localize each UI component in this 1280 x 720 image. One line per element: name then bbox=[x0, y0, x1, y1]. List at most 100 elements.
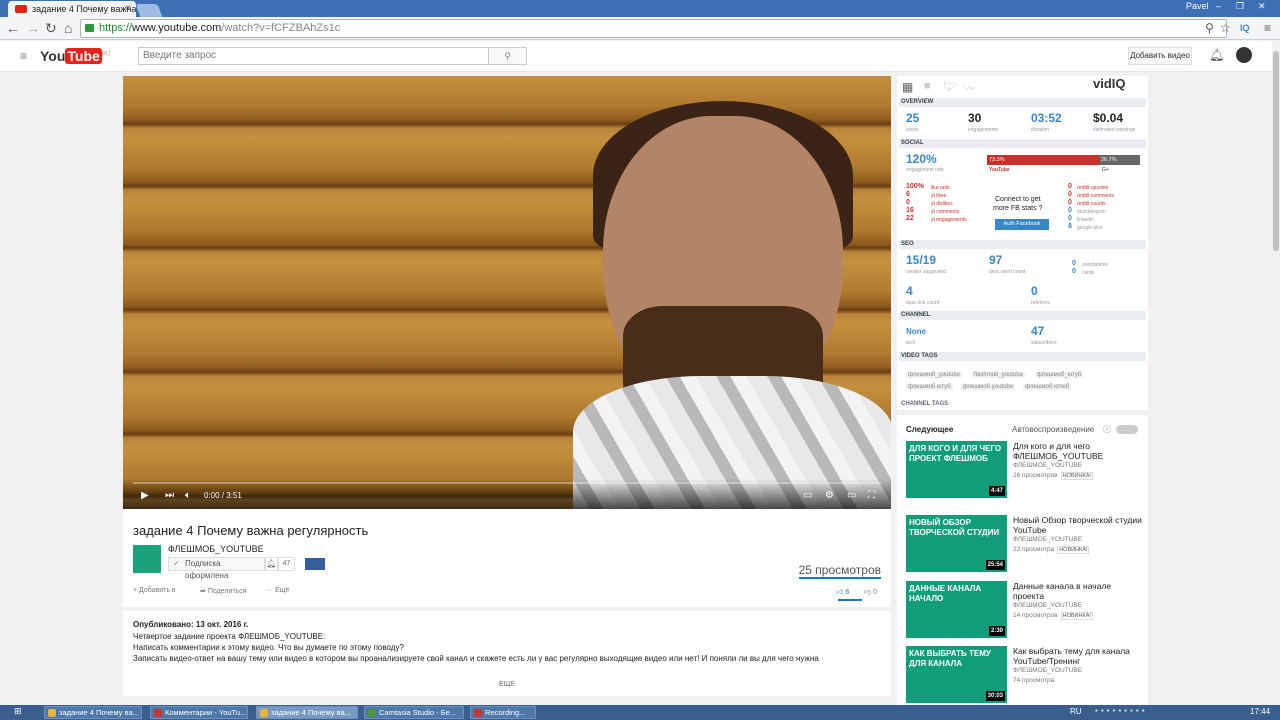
menu-icon[interactable]: ≡ bbox=[1264, 20, 1271, 36]
grid-icon[interactable]: ▦ bbox=[902, 80, 913, 94]
info-icon[interactable]: ⓘ bbox=[1103, 424, 1111, 435]
play-icon[interactable]: ▶ bbox=[141, 490, 149, 501]
seo-cards-label: cards bbox=[1082, 270, 1095, 276]
video-title-link[interactable]: Новый Обзор творческой студии YouTube bbox=[1013, 515, 1143, 535]
video-thumbnail[interactable]: ДАННЫЕ КАНАЛА НАЧАЛО 2:30 bbox=[906, 581, 1007, 638]
video-duration: 4:47 bbox=[988, 486, 1005, 496]
language-indicator[interactable]: RU bbox=[1070, 707, 1082, 716]
list-item[interactable]: НОВЫЙ ОБЗОР ТВОРЧЕСКОЙ СТУДИИ 25:54 Новый… bbox=[906, 515, 1146, 575]
tray-icons[interactable]: ▪▪▪▪▪▪▪▪▪ bbox=[1095, 706, 1148, 715]
taskbar-item[interactable]: Camtasia Studio - Бе... bbox=[364, 706, 464, 719]
video-tag[interactable]: флешмоб_youtube bbox=[906, 372, 963, 378]
search-button[interactable]: ⚲ bbox=[488, 47, 527, 65]
time-display: 0:00 / 3:51 bbox=[204, 491, 242, 500]
subtitles-icon[interactable]: ▭ bbox=[803, 490, 812, 501]
theater-mode-icon[interactable]: ▭ bbox=[847, 490, 856, 501]
video-thumbnail[interactable]: НОВЫЙ ОБЗОР ТВОРЧЕСКОЙ СТУДИИ 25:54 bbox=[906, 515, 1007, 572]
video-tag[interactable]: флешмоб ютуб bbox=[906, 384, 953, 390]
notifications-bell-icon[interactable]: 🔔︎ bbox=[1209, 48, 1224, 62]
guide-menu-icon[interactable]: ≡ bbox=[20, 49, 27, 63]
video-tag[interactable]: флешмоб youtube bbox=[960, 384, 1016, 390]
video-tag[interactable]: flashmob_youtube bbox=[972, 372, 1026, 378]
view-count: 25 просмотров bbox=[798, 563, 881, 579]
autoplay-toggle[interactable] bbox=[1116, 425, 1138, 434]
share-button[interactable]: ➦ Поделиться bbox=[200, 587, 246, 595]
more-actions-button[interactable]: ··· Ещё bbox=[266, 587, 289, 594]
upload-button[interactable]: Добавить видео bbox=[1128, 47, 1192, 65]
new-tab-button[interactable] bbox=[135, 4, 163, 17]
channel-avatar[interactable] bbox=[133, 545, 161, 573]
auth-facebook-button[interactable]: Auth Facebook bbox=[995, 219, 1049, 230]
new-badge: НОВИНКА! bbox=[1060, 612, 1093, 620]
avatar[interactable] bbox=[1236, 47, 1252, 63]
section-social[interactable]: SOCIAL bbox=[899, 139, 1146, 148]
stat-label: reddit comments bbox=[1077, 193, 1114, 199]
section-channel-tags[interactable]: CHANNEL TAGS bbox=[899, 400, 1146, 409]
taskbar-item[interactable]: задание 4 Почему ва... bbox=[44, 706, 142, 719]
url-field[interactable]: https://www.youtube.com/watch?v=fCFZBAhZ… bbox=[80, 19, 1227, 38]
home-icon[interactable]: ⌂ bbox=[64, 20, 72, 36]
back-icon[interactable]: ← bbox=[6, 20, 20, 36]
section-overview[interactable]: OVERVIEW bbox=[899, 98, 1146, 107]
start-icon[interactable]: ⊞ bbox=[14, 706, 22, 717]
channel-share-icon[interactable] bbox=[305, 558, 325, 570]
trend-icon[interactable]: 〰 bbox=[964, 80, 975, 96]
channel-bell-icon[interactable]: 🔔︎ bbox=[265, 557, 278, 571]
search-input[interactable]: Введите запрос bbox=[138, 47, 489, 65]
forward-icon[interactable]: → bbox=[26, 20, 40, 36]
fullscreen-icon[interactable]: ⛶ bbox=[868, 490, 875, 501]
video-thumbnail[interactable]: КАК ВЫБРАТЬ ТЕМУ ДЛЯ КАНАЛА 30:03 bbox=[906, 646, 1007, 703]
taskbar-item[interactable]: Recording... bbox=[470, 706, 536, 719]
video-player[interactable]: ▶ ⏭ 🔈︎ 0:00 / 3:51 ▭ ⚙ ▭ ⛶ bbox=[123, 76, 891, 509]
channel-tech-label: tech bbox=[906, 340, 916, 346]
list-item[interactable]: ДАННЫЕ КАНАЛА НАЧАЛО 2:30 Данные канала в… bbox=[906, 581, 1146, 641]
video-tag[interactable]: флешмоб ютюб bbox=[1023, 384, 1072, 390]
show-more-button[interactable]: ЕЩЕ bbox=[123, 681, 891, 688]
search-zoom-icon[interactable]: ⚲ bbox=[1205, 20, 1214, 36]
like-button[interactable]: 👍︎ 6 bbox=[836, 587, 849, 596]
facebook-icon[interactable]: ■ bbox=[924, 80, 931, 92]
video-thumbnail[interactable]: ДЛЯ КОГО И ДЛЯ ЧЕГО ПРОЕКТ ФЛЕШМОБ 4:47 bbox=[906, 441, 1007, 498]
seo-tags: 15/19 bbox=[906, 253, 937, 267]
scrollbar-thumb[interactable] bbox=[1273, 51, 1279, 251]
subscribe-button[interactable]: ✓ Подписка оформлена bbox=[168, 557, 265, 580]
video-title-link[interactable]: Данные канала в начале проекта bbox=[1013, 581, 1143, 601]
close-tab-icon[interactable]: × bbox=[125, 1, 131, 17]
next-icon[interactable]: ⏭ bbox=[165, 490, 174, 501]
page-scrollbar[interactable] bbox=[1272, 41, 1280, 705]
browser-tab[interactable]: задание 4 Почему важна р × bbox=[8, 1, 136, 17]
youtube-logo[interactable]: You Tube RU bbox=[40, 48, 110, 65]
video-title-link[interactable]: Для кого и для чего ФЛЕШМОБ_YOUTUBE bbox=[1013, 441, 1143, 461]
vidiq-extension-icon[interactable]: IQ bbox=[1240, 20, 1250, 36]
video-channel: ФЛЕШМОБ_YOUTUBE bbox=[1013, 536, 1083, 543]
maximize-icon[interactable]: ❐ bbox=[1236, 1, 1244, 12]
video-info: задание 4 Почему важна регулярность ФЛЕШ… bbox=[123, 509, 891, 607]
taskbar-item-active[interactable]: задание 4 Почему ва... bbox=[256, 706, 358, 719]
add-to-button[interactable]: + Добавить в bbox=[133, 587, 176, 594]
video-title-link[interactable]: Как выбрать тему для канала YouTube/Трен… bbox=[1013, 646, 1143, 666]
video-tag[interactable]: флешмоб_ютуб bbox=[1035, 372, 1084, 378]
list-item[interactable]: ДЛЯ КОГО И ДЛЯ ЧЕГО ПРОЕКТ ФЛЕШМОБ 4:47 Д… bbox=[906, 441, 1146, 501]
dislike-button[interactable]: 👎︎ 0 bbox=[864, 587, 877, 596]
vidiq-logo: vidIQ bbox=[1093, 76, 1126, 91]
video-views: 14 просмотров bbox=[1013, 612, 1058, 619]
list-item[interactable]: КАК ВЫБРАТЬ ТЕМУ ДЛЯ КАНАЛА 30:03 Как выб… bbox=[906, 646, 1146, 706]
settings-gear-icon[interactable]: ⚙ bbox=[825, 490, 834, 501]
fb-prompt: Connect to get bbox=[995, 196, 1041, 203]
stat-label: linkedin bbox=[1077, 217, 1094, 223]
video-duration: 25:54 bbox=[985, 560, 1005, 570]
section-seo[interactable]: SEO bbox=[899, 240, 1146, 249]
section-channel[interactable]: CHANNEL bbox=[899, 311, 1146, 320]
minimize-icon[interactable]: – bbox=[1216, 1, 1221, 11]
channel-name[interactable]: ФЛЕШМОБ_YOUTUBE bbox=[168, 544, 264, 554]
logo-you: You bbox=[40, 48, 66, 64]
stat-value: 100% bbox=[906, 183, 924, 190]
progress-bar[interactable] bbox=[133, 482, 881, 484]
taskbar-item[interactable]: Комментарии - YouTu... bbox=[150, 706, 248, 719]
volume-icon[interactable]: 🔈︎ bbox=[185, 490, 191, 501]
close-window-icon[interactable]: ✕ bbox=[1258, 1, 1266, 12]
twitter-icon[interactable]: 🐦︎ bbox=[943, 80, 957, 93]
reload-icon[interactable]: ↻ bbox=[45, 20, 57, 36]
section-video-tags[interactable]: VIDEO TAGS bbox=[899, 352, 1146, 361]
bookmark-star-icon[interactable]: ☆ bbox=[1220, 20, 1231, 36]
